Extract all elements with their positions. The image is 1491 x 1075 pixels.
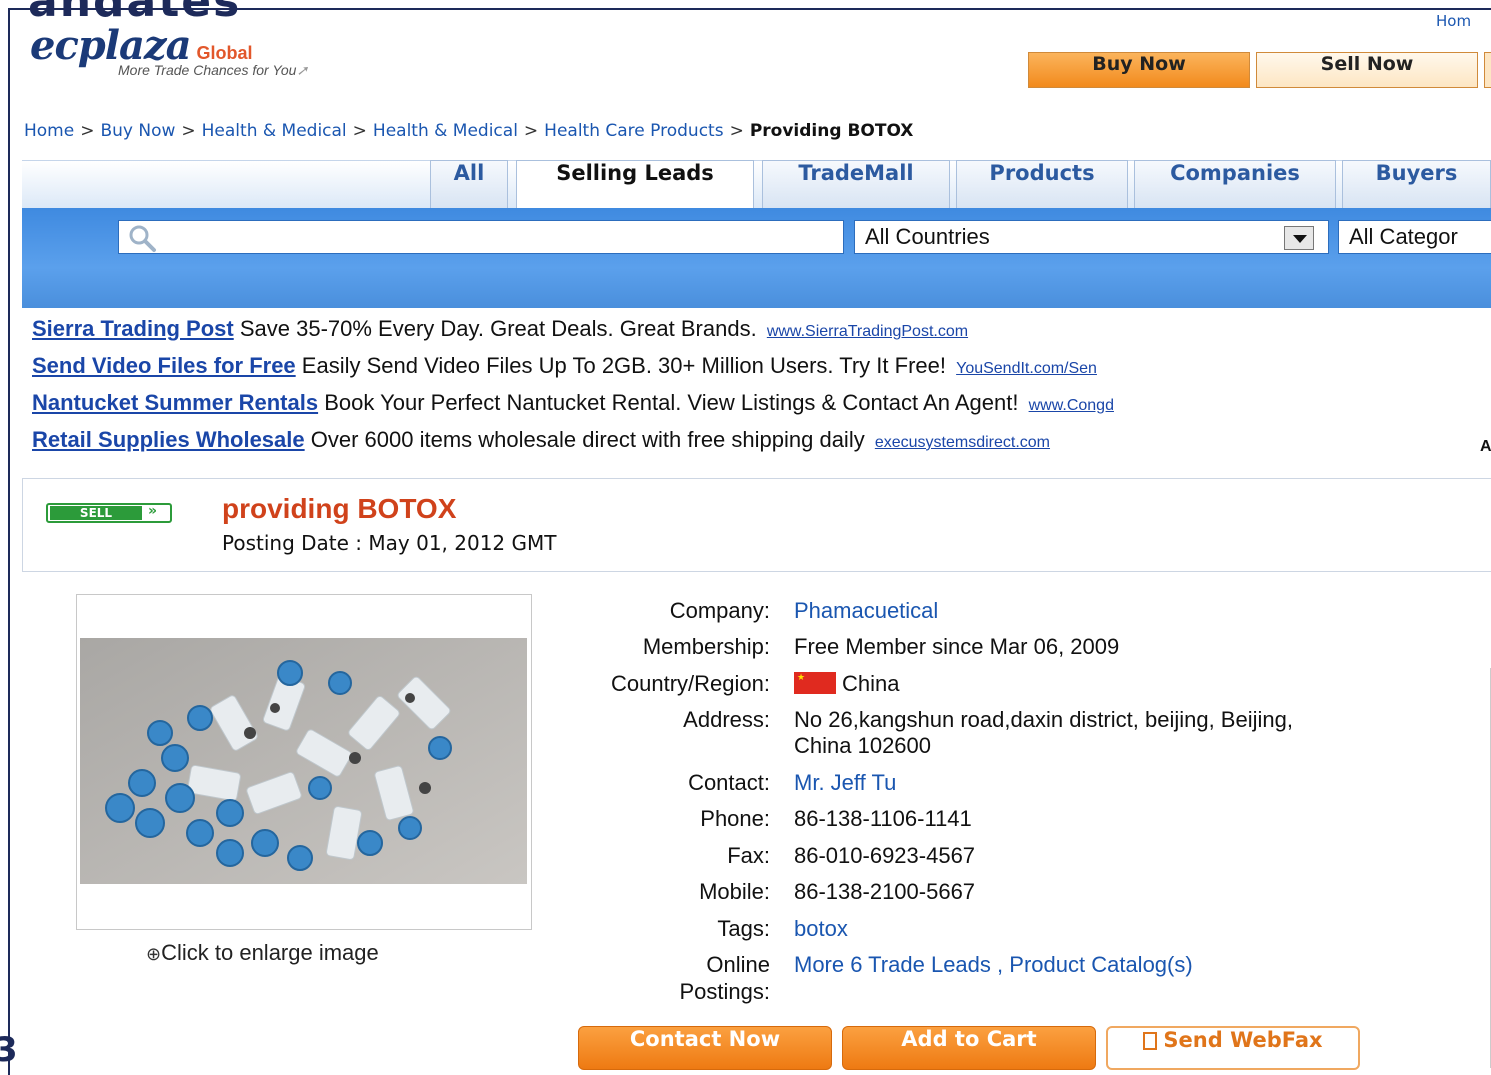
ad-url-link[interactable]: execusystemsdirect.com xyxy=(875,434,1050,451)
buy-now-button[interactable]: Buy Now xyxy=(1028,52,1250,88)
ad-item: Send Video Files for Free Easily Send Vi… xyxy=(32,353,1097,378)
fax-value: 86-010-6923-4567 xyxy=(794,843,976,868)
phone-label: Phone: xyxy=(700,806,770,831)
country-select[interactable]: All Countries xyxy=(854,220,1329,254)
country-label: Country/Region: xyxy=(611,671,770,696)
breadcrumb-health-medical-sub[interactable]: Health & Medical xyxy=(373,121,518,141)
breadcrumb-health-medical[interactable]: Health & Medical xyxy=(202,121,347,141)
sell-now-button[interactable]: Sell Now xyxy=(1256,52,1478,88)
ad-item: Retail Supplies Wholesale Over 6000 item… xyxy=(32,427,1051,452)
double-chevron-icon: » xyxy=(148,503,158,519)
background-text-fragment: 3 xyxy=(0,1030,18,1070)
sponsored-links: Sierra Trading Post Save 35-70% Every Da… xyxy=(32,316,1491,464)
tab-products[interactable]: Products xyxy=(956,160,1128,208)
sell-badge: SELL » xyxy=(46,503,172,523)
document-icon xyxy=(1143,1032,1158,1050)
ad-title-link[interactable]: Sierra Trading Post xyxy=(32,316,234,341)
contact-link[interactable]: Mr. Jeff Tu xyxy=(794,770,896,796)
category-select[interactable]: All Categor xyxy=(1338,220,1491,254)
listing-title: providing BOTOX xyxy=(222,493,457,524)
ad-url-link[interactable]: www.Congd xyxy=(1029,397,1114,414)
frame-border-top xyxy=(8,8,1491,10)
tags-label: Tags: xyxy=(717,916,770,941)
tag-link[interactable]: botox xyxy=(794,916,848,942)
ad-title-link[interactable]: Retail Supplies Wholesale xyxy=(32,427,305,452)
mobile-value: 86-138-2100-5667 xyxy=(794,879,976,904)
online-postings-value: More 6 Trade Leads , Product Catalog(s) xyxy=(794,952,1193,977)
cursor-arrow-icon: ➚ xyxy=(296,62,309,78)
china-flag-icon xyxy=(794,672,836,694)
membership-value: Free Member since Mar 06, 2009 xyxy=(794,634,1120,659)
ad-item: Sierra Trading Post Save 35-70% Every Da… xyxy=(32,316,969,341)
product-catalog-link[interactable]: Product Catalog(s) xyxy=(1009,952,1192,977)
online-postings-label: Online xyxy=(706,952,770,977)
tab-selling-leads[interactable]: Selling Leads xyxy=(516,160,754,210)
address-line-2: China 102600 xyxy=(794,733,932,758)
address-label: Address: xyxy=(683,707,770,732)
ad-url-link[interactable]: YouSendIt.com/Sen xyxy=(956,360,1097,377)
home-link[interactable]: Hom xyxy=(1436,12,1471,30)
contact-label: Contact: xyxy=(688,770,770,795)
membership-label: Membership: xyxy=(642,634,770,659)
add-to-cart-button[interactable]: Add to Cart xyxy=(842,1026,1096,1070)
tab-all[interactable]: All xyxy=(430,160,508,208)
posting-date: Posting Date : May 01, 2012 GMT xyxy=(222,531,557,555)
ad-url-link[interactable]: www.SierraTradingPost.com xyxy=(767,323,968,340)
breadcrumb: Home > Buy Now > Health & Medical > Health & M… xyxy=(24,121,914,141)
ad-title-link[interactable]: Nantucket Summer Rentals xyxy=(32,390,318,415)
send-webfax-button[interactable]: Send WebFax xyxy=(1106,1026,1360,1070)
chevron-down-icon[interactable] xyxy=(1284,226,1314,250)
address-line-1: No 26,kangshun road,daxin district, beij… xyxy=(794,707,1293,732)
search-icon xyxy=(129,225,156,252)
ad-choices-badge[interactable]: A xyxy=(1480,438,1491,456)
tab-trademall[interactable]: TradeMall xyxy=(762,160,950,208)
logo-suffix: Global xyxy=(196,43,253,63)
country-value: China xyxy=(794,671,899,697)
ad-title-link[interactable]: Send Video Files for Free xyxy=(32,353,296,378)
site-logo[interactable]: ecplaza Global More Trade Chances for You… xyxy=(30,22,308,78)
contact-now-button[interactable]: Contact Now xyxy=(578,1026,832,1070)
ad-item: Nantucket Summer Rentals Book Your Perfe… xyxy=(32,390,1114,415)
company-link[interactable]: Phamacuetical xyxy=(794,598,938,624)
tab-companies[interactable]: Companies xyxy=(1134,160,1336,208)
trade-leads-link[interactable]: More 6 Trade Leads xyxy=(794,952,991,977)
logo-tagline: More Trade Chances for You➚ xyxy=(118,62,309,78)
online-postings-label-2: Postings: xyxy=(679,979,771,1004)
more-top-button[interactable] xyxy=(1484,52,1491,88)
mobile-label: Mobile: xyxy=(699,879,770,904)
search-input[interactable] xyxy=(118,220,844,254)
frame-border-left xyxy=(8,8,10,1075)
tab-buyers[interactable]: Buyers xyxy=(1342,160,1491,208)
breadcrumb-home[interactable]: Home xyxy=(24,121,74,141)
breadcrumb-buy-now[interactable]: Buy Now xyxy=(100,121,175,141)
breadcrumb-health-care-products[interactable]: Health Care Products xyxy=(544,121,723,141)
breadcrumb-current: Providing BOTOX xyxy=(749,121,914,141)
company-label: Company: xyxy=(669,598,770,623)
phone-value: 86-138-1106-1141 xyxy=(794,806,972,831)
fax-label: Fax: xyxy=(727,843,770,868)
